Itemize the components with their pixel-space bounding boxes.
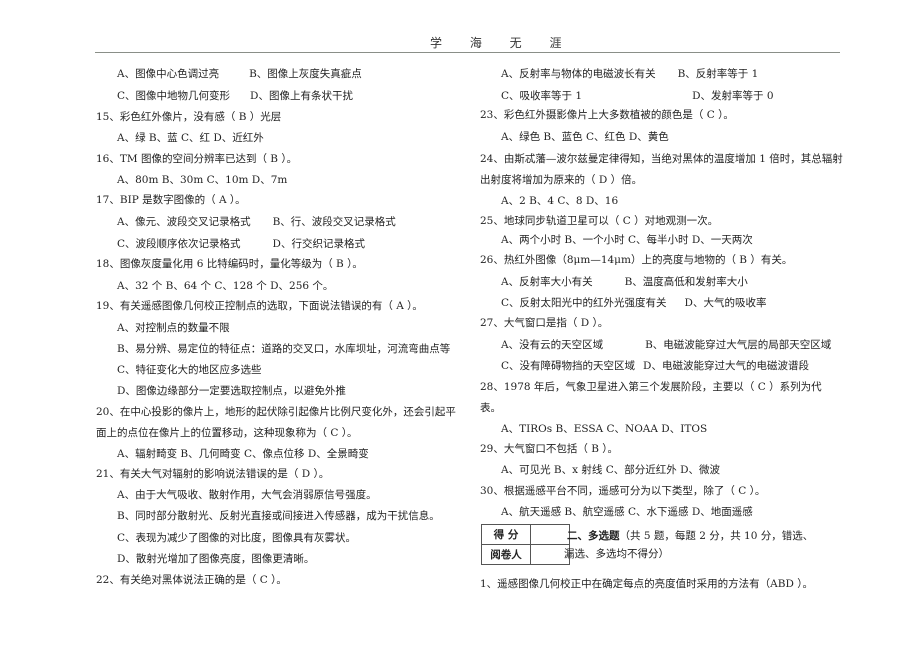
- answer-option-line: D、图像边缘部分一定要选取控制点，以避免外推: [117, 385, 346, 397]
- answer-option: B、反射率等于 1: [677, 68, 759, 80]
- question-line: 26、热红外图像（8μm—14μm）上的亮度与地物的（ B ）有关。: [480, 254, 793, 266]
- answer-option: A、图像中心色调过亮: [117, 68, 220, 80]
- answer-option: B、温度高低和发射率大小: [624, 276, 748, 288]
- question-line: 面上的点位在像片上的位置移动，这种现象称为（ C ）。: [96, 427, 358, 439]
- answer-option: D、电磁波能穿过大气的电磁波谱段: [643, 360, 809, 372]
- answer-option-line: A、像元、波段交叉记录格式 B、行、波段交叉记录格式: [96, 214, 396, 230]
- answer-option-line: B、同时部分散射光、反射光直接或间接进入传感器，成为干扰信息。: [117, 510, 440, 522]
- answer-option-line: B、易分辨、易定位的特征点：道路的交叉口，水库坝址，河流弯曲点等: [117, 343, 451, 355]
- answer-option-line: A、可见光 B、x 射线 C、部分近红外 D、微波: [501, 464, 721, 476]
- section-note: （共 5 题，每题 2 分，共 10 分，错选、: [619, 530, 814, 542]
- answer-option-line: A、反射率与物体的电磁波长有关 B、反射率等于 1: [480, 66, 758, 82]
- question-line: 29、大气窗口不包括（ B ）。: [480, 443, 619, 455]
- question-line: 30、根据遥感平台不同，遥感可分为以下类型，除了（ C ）。: [480, 485, 766, 497]
- question-line: 15、彩色红外像片，没有感（ B ）光层: [96, 111, 282, 123]
- answer-option-line: C、波段顺序依次记录格式 D、行交织记录格式: [96, 236, 365, 252]
- question-line: 24、由斯忒藩—波尔兹曼定律得知，当绝对黑体的温度增加 1 倍时，其总辐射: [480, 153, 843, 165]
- section-note-continued: 漏选、多选均不得分）: [564, 548, 669, 560]
- answer-option-line: A、32 个 B、64 个 C、128 个 D、256 个。: [117, 280, 334, 292]
- answer-option-line: A、两个小时 B、一个小时 C、每半小时 D、一天两次: [501, 234, 753, 246]
- answer-option-line: C、图像中地物几何变形 D、图像上有条状干扰: [96, 88, 353, 104]
- question-line: 27、大气窗口是指（ D ）。: [480, 317, 609, 329]
- answer-option-line: A、反射率大小有关 B、温度高低和发射率大小: [480, 274, 748, 290]
- answer-option: C、图像中地物几何变形: [117, 90, 231, 102]
- question-line: 17、BIP 是数字图像的（ A ）。: [96, 194, 246, 206]
- answer-option: C、波段顺序依次记录格式: [117, 238, 241, 250]
- score-row: 得 分: [481, 524, 570, 545]
- answer-option-line: C、没有障碍物挡的天空区域 D、电磁波能穿过大气的电磁波谱段: [480, 358, 809, 374]
- answer-option-line: A、没有云的天空区域 B、电磁波能穿过大气层的局部天空区域: [480, 337, 831, 353]
- answer-option-line: D、散射光增加了图像亮度，图像更清晰。: [117, 553, 315, 565]
- question-line: 20、在中心投影的像片上，地形的起伏除引起像片比例尺变化外，还会引起平: [96, 406, 456, 418]
- answer-option: D、大气的吸收率: [684, 297, 767, 309]
- answer-option-line: A、由于大气吸收、散射作用，大气会消弱原信号强度。: [117, 489, 377, 501]
- question-line: 25、地球同步轨道卫星可以（ C ）对地观测一次。: [480, 215, 719, 227]
- answer-option-line: A、航天遥感 B、航空遥感 C、水下遥感 D、地面遥感: [501, 506, 753, 518]
- answer-option-line: A、对控制点的数量不限: [117, 322, 230, 334]
- header-divider: [95, 52, 840, 53]
- answer-option: D、发射率等于 0: [692, 90, 774, 102]
- score-value[interactable]: [530, 524, 570, 545]
- question-line: 28、1978 年后，气象卫星进入第三个发展阶段，主要以（ C ）系列为代: [480, 381, 822, 393]
- question-line: 19、有关遥感图像几何校正控制点的选取，下面说法错误的有（ A ）。: [96, 300, 423, 312]
- answer-option: A、反射率与物体的电磁波长有关: [501, 68, 656, 80]
- answer-option: C、吸收率等于 1: [501, 90, 583, 102]
- section-heading: 二、多选题: [567, 530, 620, 542]
- question-line: 23、彩色红外摄影像片上大多数植被的颜色是（ C ）。: [480, 109, 734, 121]
- question-line: 22、有关绝对黑体说法正确的是（ C ）。: [96, 574, 287, 586]
- section-title: 二、多选题（共 5 题，每题 2 分，共 10 分，错选、: [567, 528, 813, 543]
- answer-option-line: A、绿 B、蓝 C、红 D、近红外: [117, 132, 264, 144]
- answer-option: C、反射太阳光中的红外光强度有关: [501, 297, 667, 309]
- answer-option-line: A、80m B、30m C、10m D、7m: [117, 174, 288, 186]
- score-label: 得 分: [481, 524, 531, 545]
- question-line: 1、遥感图像几何校正中在确定每点的亮度值时采用的方法有（ABD ）。: [480, 578, 813, 590]
- answer-option: B、电磁波能穿过大气层的局部天空区域: [645, 339, 832, 351]
- page-header-title: 学 海 无 涯: [430, 36, 574, 50]
- answer-option-line: A、2 B、4 C、8 D、16: [501, 195, 619, 207]
- question-line: 出射度将增加为原来的（ D ）倍。: [480, 174, 643, 186]
- score-table: 得 分 阅卷人: [481, 524, 570, 565]
- answer-option-line: C、吸收率等于 1 D、发射率等于 0: [480, 88, 774, 104]
- answer-option: A、没有云的天空区域: [501, 339, 604, 351]
- answer-option-line: C、特征变化大的地区应多选些: [117, 364, 262, 376]
- answer-option: D、行交织记录格式: [272, 238, 365, 250]
- question-line: 表。: [480, 402, 501, 414]
- answer-option-line: A、辐射畸变 B、几何畸变 C、像点位移 D、全景畸变: [117, 448, 369, 460]
- question-line: 21、有关大气对辐射的影响说法错误的是（ D ）。: [96, 468, 330, 480]
- answer-option: C、没有障碍物挡的天空区域: [501, 360, 636, 372]
- answer-option-line: C、表现为减少了图像的对比度，图像具有灰雾状。: [117, 532, 357, 544]
- answer-option: A、像元、波段交叉记录格式: [117, 216, 251, 228]
- answer-option: D、图像上有条状干扰: [250, 90, 353, 102]
- answer-option-line: A、绿色 B、蓝色 C、红色 D、黄色: [501, 131, 669, 143]
- answer-option-line: A、TIROs B、ESSA C、NOAA D、ITOS: [501, 423, 708, 435]
- answer-option: A、反射率大小有关: [501, 276, 593, 288]
- answer-option: B、图像上灰度失真疵点: [249, 68, 362, 80]
- question-line: 18、图像灰度量化用 6 比特编码时，量化等级为（ B ）。: [96, 258, 363, 270]
- answer-option-line: C、反射太阳光中的红外光强度有关 D、大气的吸收率: [480, 295, 766, 311]
- answer-option-line: A、图像中心色调过亮 B、图像上灰度失真疵点: [96, 66, 362, 82]
- grader-label: 阅卷人: [481, 544, 531, 565]
- grader-row: 阅卷人: [481, 544, 570, 565]
- answer-option: B、行、波段交叉记录格式: [272, 216, 396, 228]
- question-line: 16、TM 图像的空间分辨率已达到（ B ）。: [96, 153, 298, 165]
